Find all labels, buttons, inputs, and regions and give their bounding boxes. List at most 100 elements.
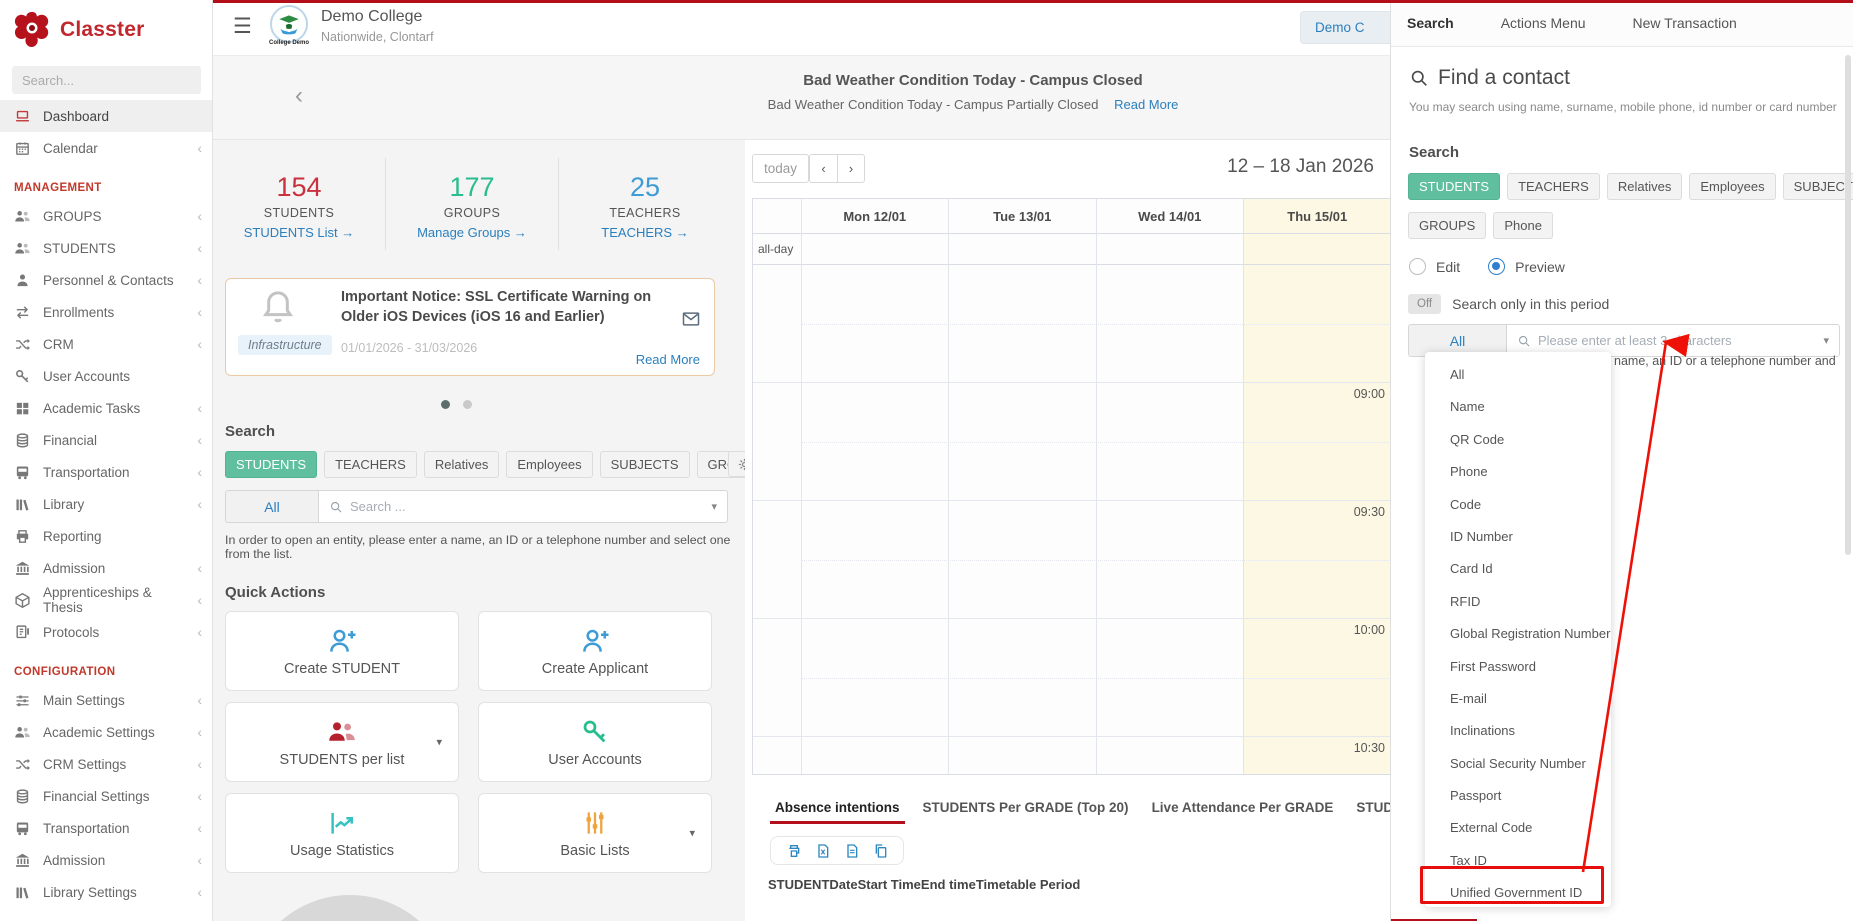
entity-tab[interactable]: TEACHERS bbox=[324, 451, 417, 478]
sidebar-item[interactable]: Main Settings ‹ bbox=[0, 684, 212, 716]
sidebar-item[interactable]: Academic Tasks ‹ bbox=[0, 392, 212, 424]
calendar-slot-row[interactable]: 10:00 bbox=[753, 618, 1390, 736]
search-category-selector[interactable]: All bbox=[226, 491, 319, 522]
sidebar-item[interactable]: CRM Settings ‹ bbox=[0, 748, 212, 780]
dropdown-option[interactable]: Inclinations bbox=[1425, 715, 1611, 747]
dropdown-option[interactable]: Code bbox=[1425, 489, 1611, 521]
mode-radio-option[interactable]: Preview bbox=[1488, 258, 1565, 275]
entity-tab[interactable]: Employees bbox=[506, 451, 592, 478]
quick-action-card[interactable]: STUDENTS per list ▾ bbox=[225, 702, 459, 782]
sidebar-item[interactable]: STUDENTS ‹ bbox=[0, 232, 212, 264]
scrollbar-thumb[interactable] bbox=[1845, 55, 1851, 555]
file-excel-icon[interactable] bbox=[815, 843, 831, 859]
entity-tab[interactable]: Relatives bbox=[424, 451, 499, 478]
stat-link[interactable]: STUDENTS List → bbox=[213, 225, 385, 240]
dropdown-option[interactable]: QR Code bbox=[1425, 424, 1611, 456]
dropdown-option[interactable]: Global Registration Number bbox=[1425, 618, 1611, 650]
sidebar-item[interactable]: Transportation ‹ bbox=[0, 812, 212, 844]
chevron-down-icon[interactable]: ▾ bbox=[711, 500, 717, 513]
quick-action-card[interactable]: Create STUDENT ▾ bbox=[225, 611, 459, 691]
calendar-slot-row[interactable]: 10:30 bbox=[753, 736, 1390, 775]
radio-icon[interactable] bbox=[1488, 258, 1505, 275]
mode-radio-option[interactable]: Edit bbox=[1409, 258, 1460, 275]
dropdown-option[interactable]: Tax ID bbox=[1425, 845, 1611, 877]
entity-tab[interactable]: TEACHERS bbox=[1507, 173, 1600, 200]
dropdown-option[interactable]: Unified Government ID bbox=[1425, 877, 1611, 909]
sidebar-item[interactable]: GROUPS ‹ bbox=[0, 200, 212, 232]
entity-tab[interactable]: SUBJECTS bbox=[600, 451, 690, 478]
copy-icon[interactable] bbox=[873, 843, 889, 859]
main-search-input[interactable] bbox=[350, 499, 704, 514]
entity-tab[interactable]: GROUPS bbox=[1408, 212, 1486, 239]
dropdown-option[interactable]: Phone bbox=[1425, 456, 1611, 488]
contact-search-input[interactable] bbox=[1538, 333, 1816, 348]
panel-tab[interactable]: New Transaction bbox=[1633, 15, 1737, 31]
dropdown-option[interactable]: RFID bbox=[1425, 586, 1611, 618]
notice-read-more-link[interactable]: Read More bbox=[636, 352, 700, 367]
sidebar-item[interactable]: Enrollments ‹ bbox=[0, 296, 212, 328]
entity-tab[interactable]: STUDENTS bbox=[1408, 173, 1500, 200]
panel-tab[interactable]: Search bbox=[1407, 15, 1454, 31]
dropdown-option[interactable]: ID Number bbox=[1425, 521, 1611, 553]
sidebar-item[interactable]: Personnel & Contacts ‹ bbox=[0, 264, 212, 296]
entity-tab[interactable]: Phone bbox=[1493, 212, 1553, 239]
radio-icon[interactable] bbox=[1409, 258, 1426, 275]
widget-tab[interactable]: Absence intentions bbox=[775, 800, 900, 824]
notice-card[interactable]: Infrastructure Important Notice: SSL Cer… bbox=[225, 278, 715, 376]
carousel-dot-active[interactable] bbox=[441, 400, 450, 409]
chevron-down-icon[interactable]: ▾ bbox=[1823, 334, 1829, 347]
sidebar-item[interactable]: Admission ‹ bbox=[0, 552, 212, 584]
calendar-slot-row[interactable]: 09:30 bbox=[753, 500, 1390, 618]
sidebar-item[interactable]: Library ‹ bbox=[0, 488, 212, 520]
stat-link[interactable]: Manage Groups → bbox=[386, 225, 558, 240]
entity-tab[interactable]: Relatives bbox=[1607, 173, 1682, 200]
dropdown-option[interactable]: E-mail bbox=[1425, 683, 1611, 715]
sidebar-item[interactable]: Protocols ‹ bbox=[0, 616, 212, 648]
sidebar-search-input[interactable] bbox=[12, 66, 201, 94]
quick-action-card[interactable]: Create Applicant ▾ bbox=[478, 611, 712, 691]
dropdown-option[interactable]: First Password bbox=[1425, 651, 1611, 683]
sidebar-item[interactable]: Academic Settings ‹ bbox=[0, 716, 212, 748]
chevron-down-icon[interactable]: ▾ bbox=[436, 736, 442, 749]
sidebar-item[interactable]: User Accounts ‹ bbox=[0, 360, 212, 392]
entity-tab[interactable]: SUBJECTS bbox=[1783, 173, 1853, 200]
sidebar-item[interactable]: CRM ‹ bbox=[0, 328, 212, 360]
stat-link[interactable]: TEACHERS → bbox=[559, 225, 731, 240]
toggle-off-switch[interactable]: Off bbox=[1408, 294, 1441, 314]
dropdown-option[interactable]: Passport bbox=[1425, 780, 1611, 812]
sidebar-item[interactable]: Financial Settings ‹ bbox=[0, 780, 212, 812]
banner-read-more-link[interactable]: Read More bbox=[1114, 97, 1178, 112]
sidebar-item[interactable]: Library Settings ‹ bbox=[0, 876, 212, 908]
entity-tab[interactable]: Employees bbox=[1689, 173, 1775, 200]
brand-logo[interactable]: Classter bbox=[0, 0, 212, 58]
chevron-down-icon[interactable]: ▾ bbox=[689, 827, 695, 840]
hamburger-menu-icon[interactable]: ☰ bbox=[233, 14, 252, 39]
entity-tab[interactable]: STUDENTS bbox=[225, 451, 317, 478]
calendar-slot-row[interactable]: 09:00 bbox=[753, 382, 1390, 500]
sidebar-item[interactable]: Apprenticeships & Thesis ‹ bbox=[0, 584, 212, 616]
mail-icon[interactable] bbox=[681, 309, 701, 329]
sidebar-item[interactable]: Transportation ‹ bbox=[0, 456, 212, 488]
period-selector-button[interactable]: Demo C bbox=[1300, 11, 1390, 44]
sidebar-item[interactable]: Admission ‹ bbox=[0, 844, 212, 876]
sidebar-item[interactable]: Reporting ‹ bbox=[0, 520, 212, 552]
calendar-next-button[interactable]: › bbox=[837, 154, 865, 183]
calendar-slots[interactable]: 09:00 09:30 10:00 10:30 bbox=[753, 265, 1390, 775]
calendar-today-button[interactable]: today bbox=[752, 154, 809, 183]
school-logo[interactable]: College Demo bbox=[265, 5, 313, 52]
panel-tab[interactable]: Actions Menu bbox=[1501, 15, 1586, 31]
sidebar-item[interactable]: Calendar ‹ bbox=[0, 132, 212, 164]
widget-tab[interactable]: STUDENTS Per GRADE (Top 20) bbox=[923, 800, 1129, 824]
widget-tab[interactable]: Live Attendance Per GRADE bbox=[1152, 800, 1334, 824]
sidebar-item[interactable]: Dashboard ‹ bbox=[0, 100, 212, 132]
dropdown-option[interactable]: All bbox=[1425, 359, 1611, 391]
carousel-dot[interactable] bbox=[463, 400, 472, 409]
sidebar-item[interactable]: Financial ‹ bbox=[0, 424, 212, 456]
print-icon[interactable] bbox=[786, 843, 802, 859]
quick-action-card[interactable]: Usage Statistics ▾ bbox=[225, 793, 459, 873]
dropdown-option[interactable]: Name bbox=[1425, 391, 1611, 423]
quick-action-card[interactable]: User Accounts ▾ bbox=[478, 702, 712, 782]
file-doc-icon[interactable] bbox=[844, 843, 860, 859]
banner-prev-icon[interactable]: ‹ bbox=[295, 82, 303, 110]
calendar-prev-button[interactable]: ‹ bbox=[809, 154, 837, 183]
